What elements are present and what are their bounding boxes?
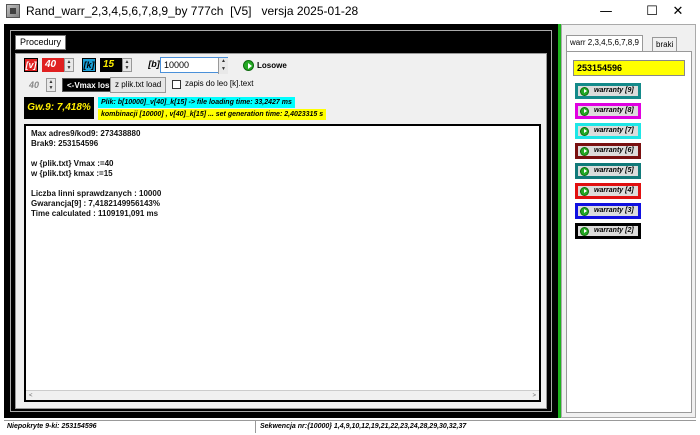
losowe-button[interactable]: Losowe	[243, 60, 287, 71]
vmax-value[interactable]: 40	[26, 78, 46, 92]
output-line: Gwarancja[9] : 7,4182149956143%	[31, 199, 160, 208]
warranty-button[interactable]: warranty [7]	[575, 123, 641, 139]
play-icon	[580, 146, 589, 156]
window-title: Rand_warr_2,3,4,5,6,7,8,9_by 777ch [V5] …	[26, 4, 359, 18]
warranty-button[interactable]: warranty [8]	[575, 103, 641, 119]
spin-down-icon[interactable]: ▼	[47, 85, 55, 91]
plik-load-button[interactable]: z plik.txt load	[110, 77, 167, 93]
play-icon	[580, 126, 589, 136]
plik-info: Plik: b[10000]_v[40]_k[15] -> file loadi…	[98, 97, 295, 108]
play-icon	[580, 86, 589, 96]
title-bar: Rand_warr_2,3,4,5,6,7,8,9_by 777ch [V5] …	[0, 0, 700, 22]
gw-display: Gw.9: 7,418%	[24, 97, 94, 119]
output-line: Liczba linni sprawdzanych : 10000	[31, 189, 162, 198]
v-value[interactable]: 40	[42, 58, 64, 72]
output-line: Brak9: 253154596	[31, 139, 99, 148]
k-spin-arrows[interactable]: ▲ ▼	[122, 58, 132, 72]
losowe-label: Losowe	[257, 61, 287, 70]
vmax-los-button[interactable]: <-Vmax los.	[62, 78, 117, 92]
zapis-label: zapis do leo [k].text	[185, 79, 254, 88]
horizontal-scrollbar[interactable]: < >	[26, 390, 539, 400]
warranty-label: warranty [9]	[594, 87, 634, 94]
play-icon	[580, 226, 589, 236]
v-spin-arrows[interactable]: ▲ ▼	[64, 58, 74, 72]
output-line: Max adres9/kod9: 273438880	[31, 129, 141, 138]
scroll-right-icon[interactable]: >	[532, 391, 536, 401]
spin-up-icon[interactable]: ▲	[219, 58, 228, 66]
play-icon	[580, 206, 589, 216]
v-label: [v]	[24, 58, 38, 72]
tab-warr[interactable]: warr 2,3,4,5,6,7,8,9	[566, 35, 643, 52]
status-sekwencja: Sekwencja nr:{10000} 1,4,9,10,12,19,21,2…	[260, 423, 467, 430]
tab-braki[interactable]: braki	[652, 37, 678, 51]
status-bar: Niepokryte 9-ki: 253154596 Sekwencja nr:…	[4, 420, 696, 433]
warranty-label: warranty [3]	[594, 207, 634, 214]
app-icon	[6, 4, 20, 18]
output-line: w {plik.txt} kmax :=15	[31, 169, 113, 178]
warranty-label: warranty [6]	[594, 147, 634, 154]
warranty-button[interactable]: warranty [4]	[575, 183, 641, 199]
spin-down-icon[interactable]: ▼	[219, 66, 228, 74]
b-label: [b]	[148, 59, 160, 69]
right-frame: warr 2,3,4,5,6,7,8,9 braki 253154596 war…	[561, 24, 696, 418]
brak-value: 253154596	[573, 60, 685, 76]
k-spinner[interactable]: 15 ▲ ▼	[100, 58, 132, 72]
output-line: Time calculated : 1109191,091 ms	[31, 209, 159, 218]
minimize-button[interactable]: —	[584, 0, 628, 22]
play-icon	[243, 60, 254, 71]
warranty-button[interactable]: warranty [6]	[575, 143, 641, 159]
close-button[interactable]: ✕	[656, 0, 700, 22]
output-textbox[interactable]: Max adres9/kod9: 273438880 Brak9: 253154…	[24, 124, 541, 402]
warranty-panel: 253154596 warranty [9] warranty [8] warran…	[566, 51, 692, 413]
status-niepokryte: Niepokryte 9-ki: 253154596	[4, 421, 256, 433]
k-label: [k]	[82, 58, 96, 72]
warranty-button[interactable]: warranty [9]	[575, 83, 641, 99]
scroll-left-icon[interactable]: <	[29, 391, 33, 401]
warranty-button[interactable]: warranty [5]	[575, 163, 641, 179]
warranty-label: warranty [2]	[594, 227, 634, 234]
warranty-button[interactable]: warranty [2]	[575, 223, 641, 239]
zapis-checkbox[interactable]	[172, 80, 181, 89]
b-spin-arrows[interactable]: ▲ ▼	[218, 58, 228, 74]
play-icon	[580, 166, 589, 176]
play-icon	[580, 186, 589, 196]
spin-down-icon[interactable]: ▼	[123, 65, 131, 71]
warranty-label: warranty [7]	[594, 127, 634, 134]
warranty-label: warranty [8]	[594, 107, 634, 114]
v-spinner[interactable]: 40 ▲ ▼	[42, 58, 74, 72]
warranty-label: warranty [4]	[594, 187, 634, 194]
spin-down-icon[interactable]: ▼	[65, 65, 73, 71]
komb-info: kombinacji [10000] , v[40]_k[15] ... set…	[98, 109, 327, 120]
warranty-label: warranty [5]	[594, 167, 634, 174]
tab-procedury[interactable]: Procedury	[15, 35, 67, 50]
play-icon	[580, 106, 589, 116]
output-line: w {plik.txt} Vmax :=40	[31, 159, 114, 168]
vmax-spin-arrows[interactable]: ▲ ▼	[46, 78, 56, 92]
k-value[interactable]: 15	[100, 58, 122, 72]
warranty-button[interactable]: warranty [3]	[575, 203, 641, 219]
vmax-spinner[interactable]: 40 ▲ ▼	[26, 78, 56, 92]
